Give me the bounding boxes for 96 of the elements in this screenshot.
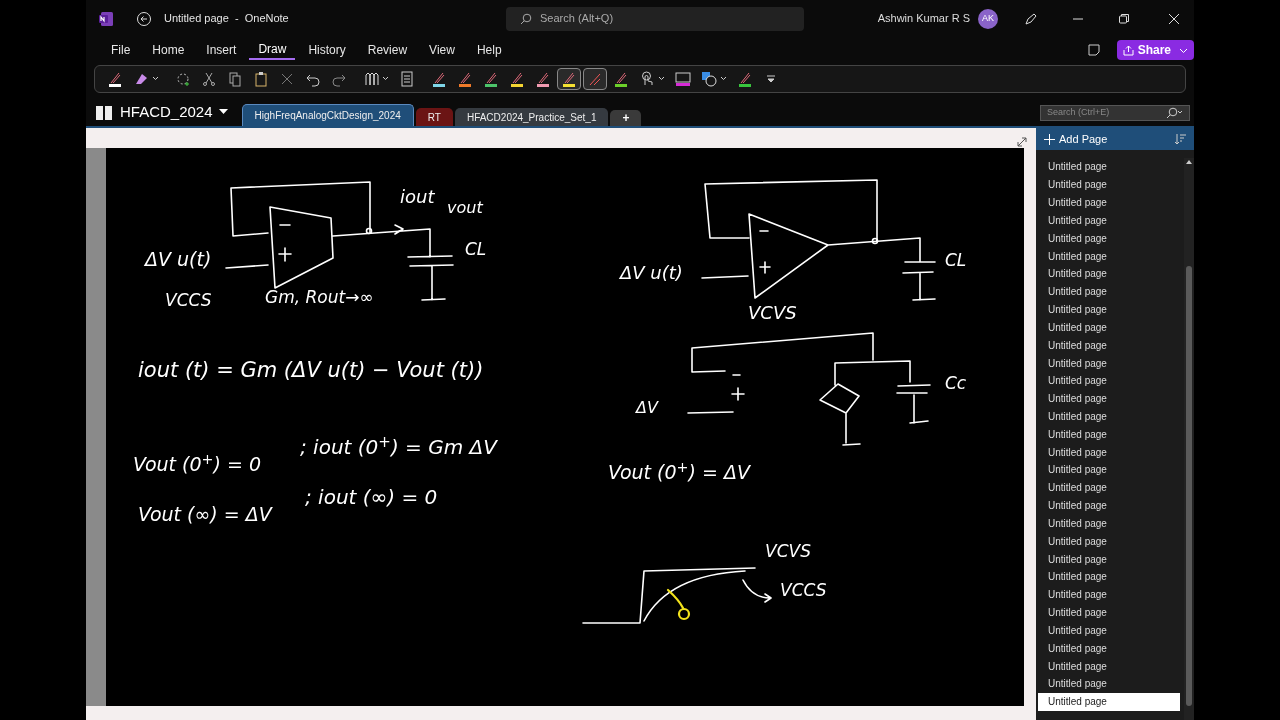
page-list-item[interactable]: Untitled page [1038,229,1184,248]
menu-tab[interactable]: File [102,40,140,61]
close-icon[interactable] [1168,12,1180,25]
page-list-item[interactable]: Untitled page [1038,389,1184,408]
notebook-dropdown[interactable]: HFACD_2024 [120,100,228,123]
handwritten-text: VCCS [165,292,212,309]
menu-tab[interactable]: Help [467,40,511,61]
handwritten-text: vout [447,200,483,216]
menu-tab[interactable]: History [299,40,355,61]
sort-icon[interactable] [1174,133,1186,145]
page-list-item[interactable]: Untitled page [1038,175,1184,194]
scissors-icon [201,70,217,87]
window-title: Untitled page - OneNote [164,11,290,27]
expand-icon[interactable] [1016,136,1028,148]
user-avatar[interactable]: AK [978,8,998,29]
search-field[interactable]: Search (Alt+Q) [506,6,804,31]
handwritten-text: Gm, Rout→∞ [265,289,374,306]
shapes-icon [701,70,717,87]
page-list-item[interactable]: Untitled page [1038,354,1184,372]
scroll-thumb[interactable] [1186,266,1192,706]
menu-tab[interactable]: Review [358,40,417,61]
page-list-item[interactable]: Untitled page [1038,496,1184,515]
handwritten-text: Vout (∞) = ΔV [138,505,272,524]
page-list-item[interactable]: Untitled page [1038,585,1184,604]
handwritten-text: VCVS [748,304,797,322]
page-list-item[interactable]: Untitled page [1038,675,1184,693]
page-icon [399,70,415,87]
page-list-item[interactable]: Untitled page [1038,568,1184,586]
menu-tab[interactable]: Insert [197,40,246,61]
clipboard-icon [253,70,269,87]
page-list-item[interactable]: Untitled page [1038,443,1184,462]
plus-icon [1044,133,1055,145]
section-tab[interactable]: RT [415,108,453,126]
handwritten-text: ; iout (∞) = 0 [305,487,438,507]
page-list-item[interactable]: Untitled page [1038,300,1184,319]
handwritten-text: Vout (0$^{+}$) = 0 [133,455,261,474]
note-icon[interactable] [1086,43,1101,58]
handwritten-text: Cc [945,375,967,392]
caret-icon [218,108,228,115]
back-icon[interactable] [136,10,152,27]
search-icon [1165,107,1183,119]
page-list-item[interactable]: Untitled page [1038,657,1184,675]
page-search-field[interactable]: Search (Ctrl+E) [1040,105,1190,121]
page-list-item[interactable]: Untitled page [1038,692,1180,711]
user-name: Ashwin Kumar R S [877,11,970,27]
page-list-item[interactable]: Untitled page [1038,282,1184,301]
page-canvas[interactable]: iout vout ΔV u(t) CL VCCS Gm, Rout→∞ iout (t) = Gm (ΔV u(t) − Vout (t)) Vout (0$^{+}$) = 0 ; iout (0$^{+}$) = Gm ΔV Vout (∞) = ΔV ; iout (∞) = 0 ΔV u(t) CL VCVS ΔV Cc Vout (0$^{+}$) = ΔV VCVS VCCS [106,148,1024,706]
handwritten-text: CL [945,252,967,269]
page-list-item[interactable]: Untitled page [1038,550,1184,569]
onenote-logo-icon [98,10,114,27]
page-list-item[interactable]: Untitled page [1038,532,1184,551]
menu-tab[interactable]: Draw [249,40,296,61]
share-icon [1122,44,1134,56]
touch-icon [639,70,655,87]
page-list-item[interactable]: Untitled page [1038,425,1184,444]
page-list-item[interactable]: Untitled page [1038,211,1184,230]
ink-scribble [666,588,691,621]
pens-icon [363,70,379,87]
page-list-item[interactable]: Untitled page [1038,639,1184,658]
restore-icon[interactable] [1118,12,1130,25]
menu-tab[interactable]: Home [143,40,194,61]
handwritten-text: iout [400,188,435,206]
handwritten-text: VCCS [780,582,827,599]
handwritten-text: CL [465,241,487,258]
copy-icon [227,70,243,87]
page-list-item[interactable]: Untitled page [1038,247,1184,265]
pen-icon[interactable] [1024,11,1038,26]
menu-tab[interactable]: View [420,40,464,61]
add-section-tab[interactable]: + [610,110,642,126]
page-list-item[interactable]: Untitled page [1038,193,1184,212]
handwritten-text: ΔV u(t) [145,250,212,269]
section-tab[interactable]: HighFreqAnalogCktDesign_2024 [241,104,414,126]
page-list-item[interactable]: Untitled page [1038,371,1184,390]
page-list-item[interactable]: Untitled page [1038,158,1184,176]
page-list-item[interactable]: Untitled page [1038,318,1184,337]
handwritten-text: ΔV u(t) [620,264,683,282]
search-icon [520,12,532,25]
handwritten-text: ΔV [636,400,658,416]
screen-icon [675,70,691,87]
page-list-item[interactable]: Untitled page [1038,336,1184,355]
page-list-item[interactable]: Untitled page [1038,603,1184,622]
page-list-item[interactable]: Untitled page [1038,407,1184,426]
page-list-item[interactable]: Untitled page [1038,264,1184,283]
handwritten-text: iout (t) = Gm (ΔV u(t) − Vout (t)) [138,360,484,381]
share-button[interactable]: Share [1116,40,1194,61]
notebook-icon [96,106,112,120]
page-list-item[interactable]: Untitled page [1038,621,1184,640]
page-list-item[interactable]: Untitled page [1038,461,1184,479]
handwritten-text: Vout (0$^{+}$) = ΔV [608,463,750,482]
handwritten-text: ; iout (0$^{+}$) = Gm ΔV [300,437,497,457]
handwritten-text: VCVS [765,543,811,560]
scrollbar[interactable] [1184,158,1194,720]
section-tab[interactable]: HFACD2024_Practice_Set_1 [454,108,609,126]
page-list-item[interactable]: Untitled page [1038,478,1184,497]
scroll-up-icon[interactable] [1185,158,1193,166]
page-list-item[interactable]: Untitled page [1038,514,1184,533]
